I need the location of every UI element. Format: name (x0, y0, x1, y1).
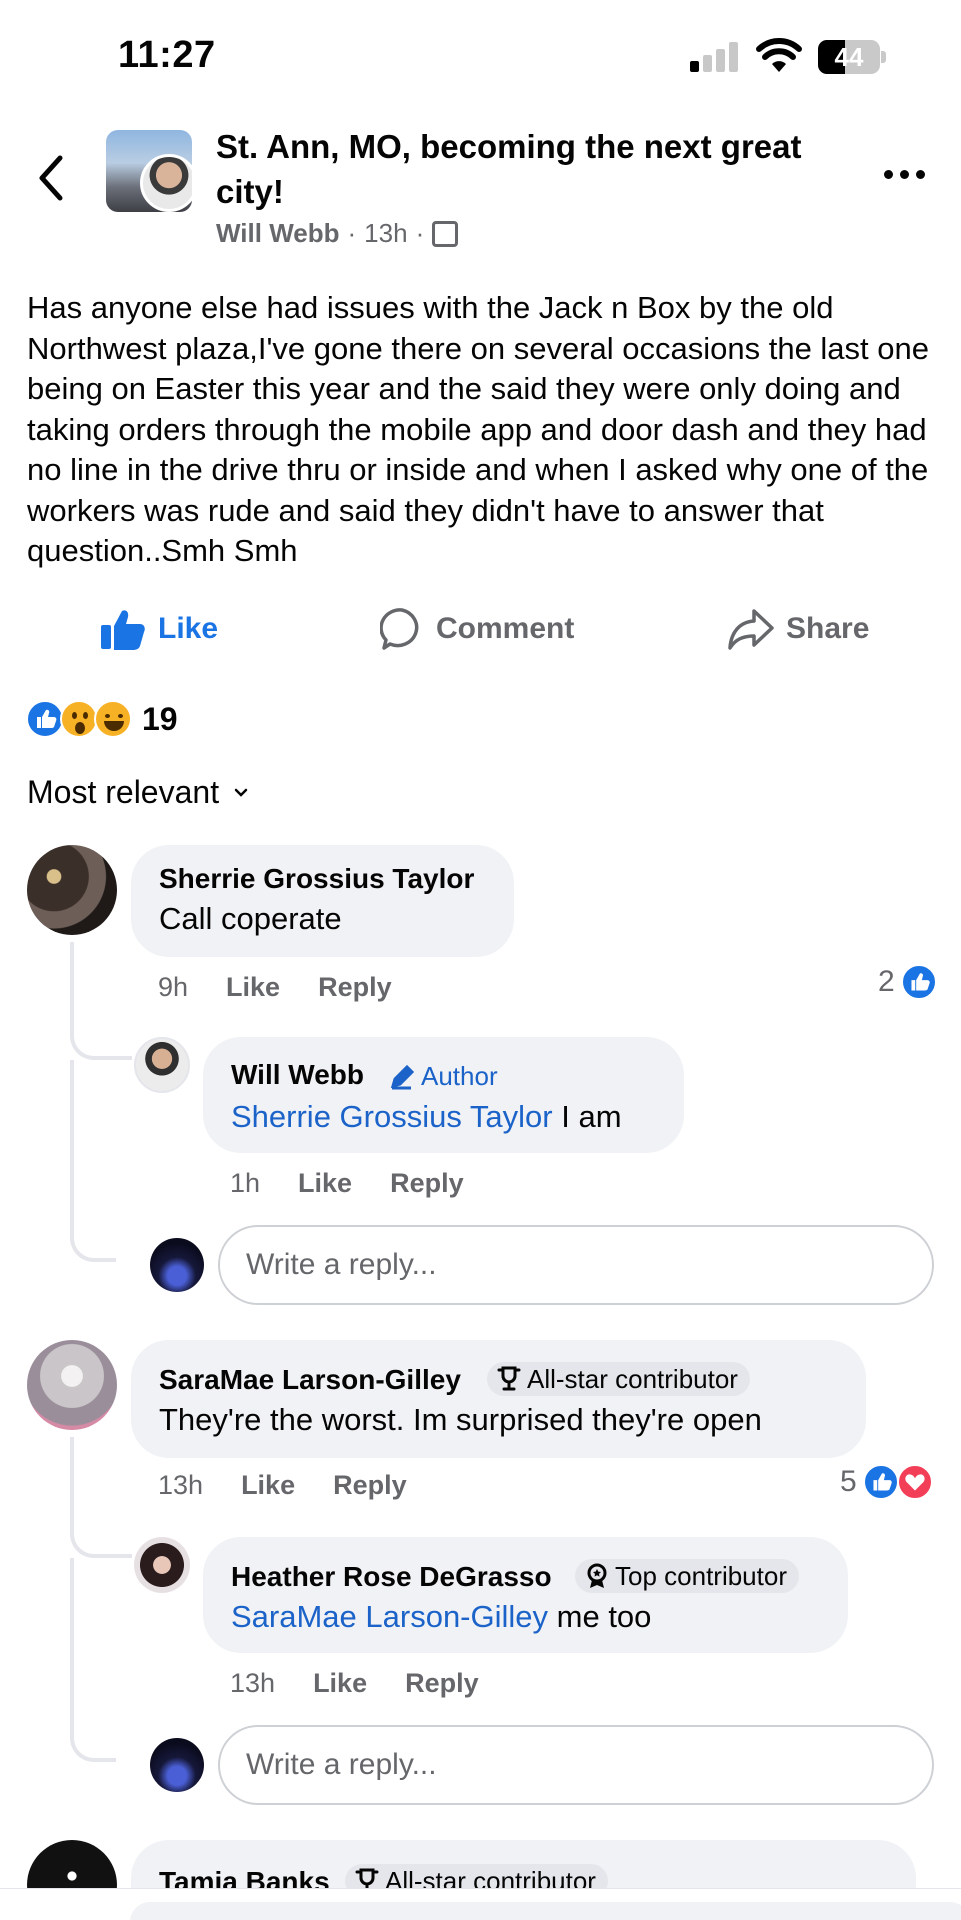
reply-actions: 13h Like Reply (230, 1668, 479, 1699)
like-reaction-icon (862, 1464, 899, 1500)
comment-like-button[interactable]: Like (241, 1470, 295, 1501)
reply-bubble: Will Webb Author Sherrie Grossius Taylor… (203, 1037, 684, 1153)
current-user-avatar (150, 1238, 204, 1292)
meta-separator: · (347, 218, 357, 248)
pencil-icon (390, 1064, 415, 1089)
group-avatar[interactable] (106, 130, 192, 212)
commenter-avatar[interactable] (27, 845, 117, 935)
reaction-count: 19 (142, 700, 178, 737)
reply-text-body: I am (552, 1099, 622, 1134)
contributor-badge[interactable]: All-star contributor (487, 1362, 750, 1396)
comment-reaction-count[interactable]: 5 (840, 1464, 933, 1500)
comment-actions: 13h Like Reply (158, 1470, 407, 1501)
post-body: Has anyone else had issues with the Jack… (27, 290, 929, 568)
reply-reply-button[interactable]: Reply (390, 1168, 464, 1199)
like-label: Like (158, 612, 219, 645)
like-reaction-icon (900, 964, 937, 1000)
reply-time: 13h (230, 1668, 276, 1698)
thread-connector (70, 1180, 116, 1262)
haha-reaction-icon (94, 700, 132, 738)
comment-actions: 9h Like Reply (158, 972, 392, 1003)
chevron-down-icon (234, 788, 248, 797)
wow-reaction-icon (60, 700, 98, 738)
thread-line (70, 1437, 74, 1479)
comment-text: Call coperate (159, 901, 342, 936)
battery-level: 44 (834, 42, 864, 72)
author-tag: Author (389, 1061, 498, 1092)
comment-sort-dropdown[interactable]: Most relevant (27, 774, 249, 811)
comment-author[interactable]: Sherrie Grossius Taylor (159, 863, 474, 895)
badge-label: Top contributor (615, 1560, 787, 1591)
comment-like-button[interactable]: Like (226, 972, 280, 1003)
comment-bubble-icon (380, 608, 419, 650)
reply-text: Sherrie Grossius Taylor I am (231, 1099, 622, 1135)
status-time: 11:27 (118, 34, 216, 76)
post-time[interactable]: 13h (364, 218, 407, 249)
contributor-badge[interactable]: Top contributor (575, 1559, 799, 1593)
comment-text: They're the worst. Im surprised they're … (159, 1402, 762, 1437)
comment-like-count: 5 (840, 1465, 857, 1498)
comment-bubble: Sherrie Grossius Taylor Call coperate (131, 845, 514, 957)
author-tag-label: Author (421, 1061, 498, 1091)
reply-author[interactable]: Heather Rose DeGrasso (231, 1561, 552, 1593)
post-meta: Will Webb · 13h · (216, 218, 459, 249)
reply-author[interactable]: Will Webb (231, 1059, 364, 1091)
comment-like-count: 2 (878, 965, 895, 998)
reply-reply-button[interactable]: Reply (405, 1668, 479, 1699)
reaction-summary[interactable]: 19 (26, 698, 178, 740)
mention-link[interactable]: SaraMae Larson-Gilley (231, 1599, 548, 1634)
reply-like-button[interactable]: Like (313, 1668, 367, 1699)
thread-line (70, 942, 74, 982)
author-mini-avatar (140, 154, 192, 212)
trophy-icon (497, 1366, 521, 1391)
thread-connector (70, 980, 132, 1060)
comment-reply-button[interactable]: Reply (318, 972, 392, 1003)
status-bar: 11:27 44 (0, 0, 961, 110)
share-button[interactable]: Share (728, 604, 869, 654)
thread-connector (70, 1478, 132, 1558)
comment-button[interactable]: Comment (380, 604, 574, 654)
comment-time: 13h (158, 1470, 204, 1500)
comment-reaction-count[interactable]: 2 (878, 964, 937, 1000)
more-options-button[interactable] (884, 170, 925, 179)
reply-bubble: Heather Rose DeGrasso Top contributor Sa… (203, 1537, 848, 1653)
love-reaction-icon (896, 1464, 933, 1500)
mention-link[interactable]: Sherrie Grossius Taylor (231, 1099, 553, 1134)
reply-actions: 1h Like Reply (230, 1168, 464, 1199)
battery-icon: 44 (818, 40, 886, 74)
reply-avatar[interactable] (134, 1037, 190, 1093)
meta-separator: · (415, 218, 425, 248)
wifi-icon (756, 38, 802, 72)
thumbs-up-icon (101, 610, 145, 650)
share-arrow-icon (728, 609, 774, 650)
comment-composer-edge[interactable] (130, 1902, 961, 1920)
commenter-avatar[interactable] (27, 1340, 117, 1430)
thread-connector (70, 1680, 116, 1762)
comment-bubble: SaraMae Larson-Gilley All-star contribut… (131, 1340, 866, 1458)
group-audience-icon (432, 220, 459, 247)
reply-input[interactable]: Write a reply... (218, 1225, 934, 1305)
comment-author[interactable]: SaraMae Larson-Gilley (159, 1364, 461, 1396)
back-arrow-icon[interactable] (32, 152, 72, 204)
group-title[interactable]: St. Ann, MO, becoming the next great cit… (216, 124, 836, 214)
reply-input[interactable]: Write a reply... (218, 1725, 934, 1805)
current-user-avatar (150, 1738, 204, 1792)
award-icon (587, 1563, 607, 1588)
comment-label: Comment (436, 612, 575, 645)
comment-reply-button[interactable]: Reply (333, 1470, 407, 1501)
reply-avatar[interactable] (134, 1537, 190, 1593)
sort-label: Most relevant (27, 774, 220, 810)
cellular-signal-icon (690, 42, 742, 72)
reply-time: 1h (230, 1168, 261, 1198)
reply-like-button[interactable]: Like (298, 1168, 352, 1199)
like-reaction-icon (26, 700, 64, 738)
like-button[interactable]: Like (100, 604, 218, 654)
badge-label: All-star contributor (527, 1363, 738, 1394)
reply-text-body: me too (548, 1599, 652, 1634)
post-author[interactable]: Will Webb (216, 218, 340, 249)
comment-time: 9h (158, 972, 189, 1002)
reply-text: SaraMae Larson-Gilley me too (231, 1599, 651, 1635)
share-label: Share (786, 612, 870, 645)
